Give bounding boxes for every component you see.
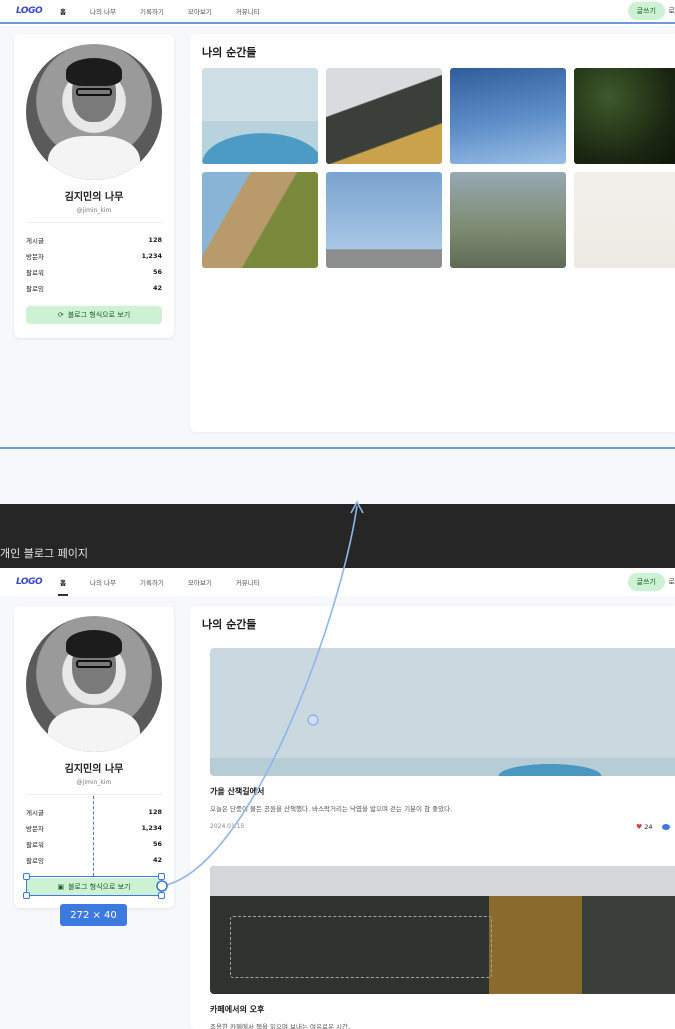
nav-item-community[interactable]: 커뮤니티	[224, 570, 272, 594]
post-excerpt: 조용한 카페에서 책을 읽으며 보내는 여유로운 시간.	[210, 1023, 351, 1029]
nav-item-collection[interactable]: 모아보기	[176, 570, 224, 594]
post-title[interactable]: 카페에서의 오후	[210, 1004, 675, 1015]
heart-icon: ♥	[636, 823, 643, 831]
top-navbar: LOGO 홈 나의 나무 기록하기 모아보기 커뮤니티 글쓰기 로	[0, 0, 675, 24]
blog-panel: 나의 순간들 가을 산책길에서 오늘은 단풍이 물든 공원을 산책했다. 바스락…	[190, 606, 675, 1029]
image-icon: ▣	[57, 883, 65, 891]
stat-followers: 팔로워 56	[26, 268, 162, 277]
moment-thumbnail[interactable]	[450, 68, 566, 164]
stat-following: 팔로잉 42	[26, 284, 162, 293]
moment-thumbnail[interactable]	[450, 172, 566, 268]
avatar	[26, 616, 162, 752]
stat-following: 팔로잉 42	[26, 856, 162, 865]
moments-grid	[202, 68, 675, 268]
stat-followers: 팔로워 56	[26, 840, 162, 849]
blog-view-button[interactable]: ▣ 블로그 형식으로 보기	[26, 878, 162, 896]
page-background-gap	[0, 450, 675, 504]
size-label: 272 × 40	[60, 904, 127, 926]
measure-guide	[93, 796, 94, 876]
nav-item-my-tree[interactable]: 나의 나무	[78, 570, 128, 594]
write-button[interactable]: 글쓰기	[627, 2, 665, 20]
moment-thumbnail[interactable]	[574, 68, 675, 164]
moments-panel: 나의 순간들	[190, 34, 675, 432]
write-button[interactable]: 글쓰기	[627, 573, 665, 591]
divider	[26, 794, 162, 795]
stat-posts: 게시글 128	[26, 808, 162, 817]
profile-name: 김지민의 나무	[64, 764, 124, 775]
nav-menu: 홈 나의 나무 기록하기 모아보기 커뮤니티	[48, 0, 272, 23]
post-title[interactable]: 가을 산책길에서	[210, 786, 675, 797]
moments-title: 나의 순간들	[202, 46, 257, 59]
post-card[interactable]: 카페에서의 오후 조용한 카페에서 책을 읽으며 보내는 여유로운 시간.	[210, 866, 675, 1029]
post-date: 2024.01.15	[210, 823, 245, 830]
moment-thumbnail[interactable]	[574, 172, 675, 268]
profile-card: 김지민의 나무 @jimin_kim 게시글 128 방문자 1,234 팔로워 56…	[14, 606, 174, 908]
moment-thumbnail[interactable]	[326, 172, 442, 268]
post-image[interactable]	[210, 866, 675, 994]
moment-thumbnail[interactable]	[202, 68, 318, 164]
canvas-band	[0, 504, 675, 568]
nav-menu: 홈 나의 나무 기록하기 모아보기 커뮤니티	[48, 570, 272, 596]
blog-view-button[interactable]: ⟳ 블로그 형식으로 보기	[26, 306, 162, 324]
nav-item-home[interactable]: 홈	[48, 0, 78, 23]
stat-visitors: 방문자 1,234	[26, 252, 162, 261]
logo[interactable]: LOGO	[0, 7, 43, 16]
profile-stats: 게시글 128 방문자 1,234 팔로워 56 팔로잉 42	[26, 232, 162, 296]
nav-cut-label[interactable]: 로	[669, 577, 675, 587]
nav-item-community[interactable]: 커뮤니티	[224, 0, 272, 23]
stat-posts: 게시글 128	[26, 236, 162, 245]
profile-stats: 게시글 128 방문자 1,234 팔로워 56 팔로잉 42	[26, 804, 162, 868]
stat-visitors: 방문자 1,234	[26, 824, 162, 833]
post-image[interactable]	[210, 648, 675, 776]
bottom-navbar: LOGO 홈 나의 나무 기록하기 모아보기 커뮤니티 글쓰기 로	[0, 568, 675, 596]
moment-thumbnail[interactable]	[202, 172, 318, 268]
frame-label: 개인 블로그 페이지	[0, 547, 88, 560]
refresh-icon: ⟳	[57, 311, 64, 319]
nav-item-home[interactable]: 홈	[48, 570, 78, 596]
nav-item-record[interactable]: 기록하기	[128, 0, 176, 23]
profile-handle: @jimin_kim	[76, 207, 112, 214]
moment-thumbnail[interactable]	[326, 68, 442, 164]
nav-item-my-tree[interactable]: 나의 나무	[78, 0, 128, 23]
divider	[26, 222, 162, 223]
nav-item-record[interactable]: 기록하기	[128, 570, 176, 594]
comment-icon[interactable]	[662, 824, 670, 830]
profile-handle: @jimin_kim	[76, 779, 112, 786]
post-card[interactable]: 가을 산책길에서 오늘은 단풍이 물든 공원을 산책했다. 바스락거리는 낙엽을…	[210, 648, 675, 833]
post-excerpt: 오늘은 단풍이 물든 공원을 산책했다. 바스락거리는 낙엽을 밟으며 걷는 기…	[210, 805, 453, 813]
nav-cut-label[interactable]: 로	[669, 6, 675, 16]
frame-divider	[0, 447, 675, 449]
nav-item-collection[interactable]: 모아보기	[176, 0, 224, 23]
avatar	[26, 44, 162, 180]
moments-title: 나의 순간들	[202, 618, 257, 631]
profile-card: 김지민의 나무 @jimin_kim 게시글 128 방문자 1,234 팔로워 56…	[14, 34, 174, 338]
like-count[interactable]: ♥ 24	[636, 823, 653, 831]
profile-name: 김지민의 나무	[64, 192, 124, 203]
logo[interactable]: LOGO	[0, 578, 43, 587]
post-meta: 2024.01.15 ♥ 24	[210, 823, 675, 833]
